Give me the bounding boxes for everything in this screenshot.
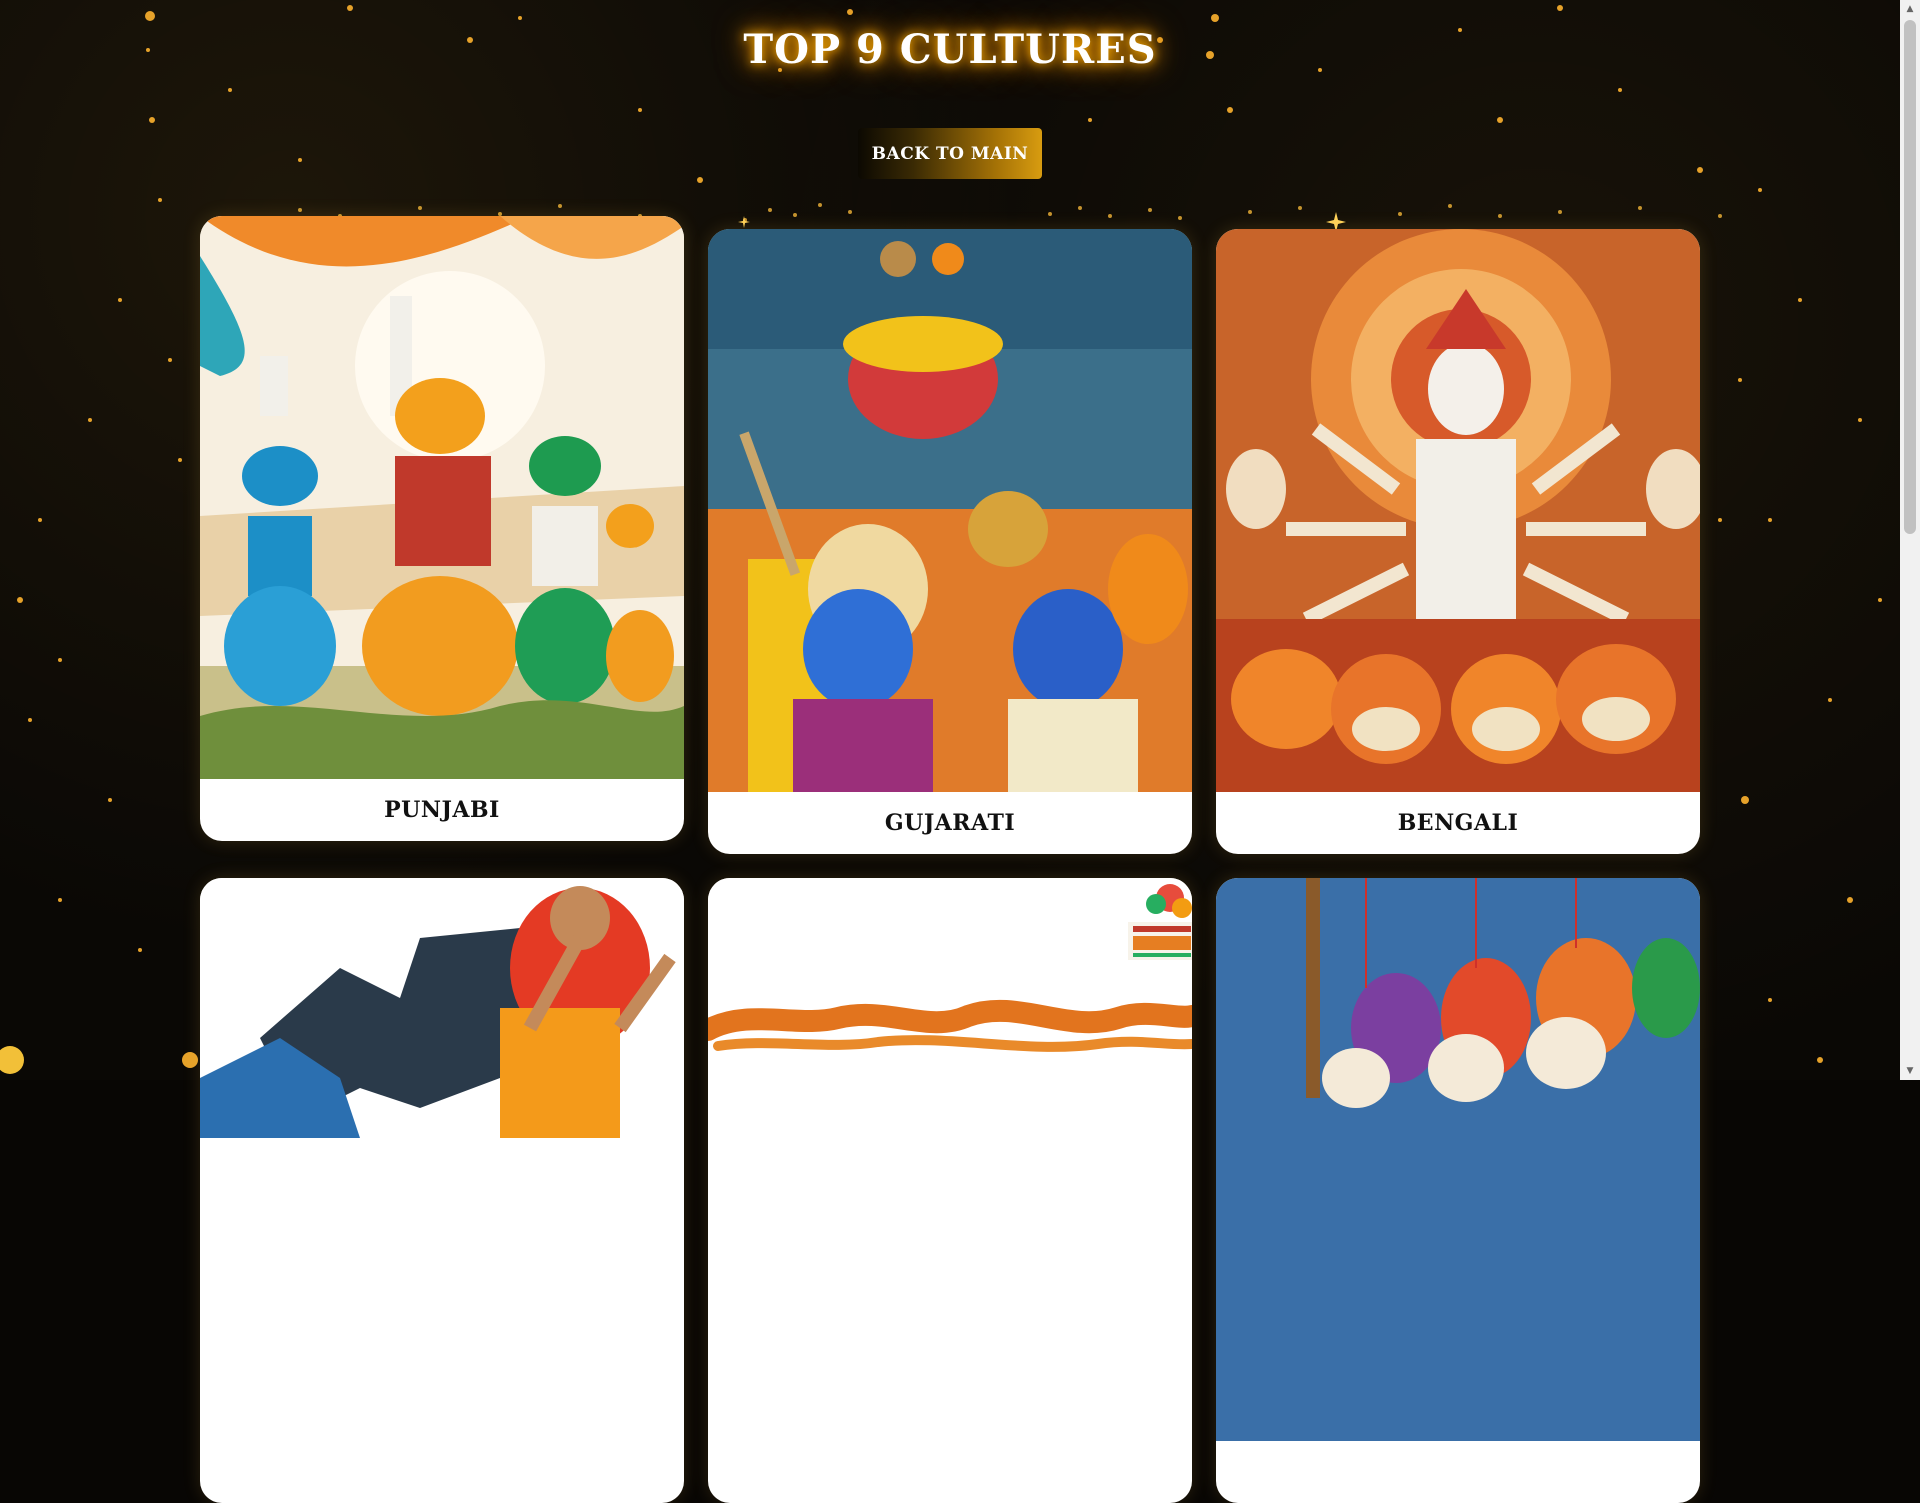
bengali-image [1216, 229, 1700, 792]
culture-card-5[interactable] [708, 878, 1192, 1503]
back-to-main-button[interactable]: BACK TO MAIN [858, 128, 1042, 179]
culture-card-4[interactable] [200, 878, 684, 1503]
culture-of-maharashtra-image [708, 878, 1192, 1441]
punjabi-image [200, 216, 684, 779]
culture-card-6[interactable] [1216, 878, 1700, 1503]
scrollbar-thumb[interactable] [1904, 20, 1916, 534]
culture-card-punjabi[interactable]: PUNJABI [200, 216, 684, 841]
scroll-down-arrow-icon[interactable]: ▼ [1900, 1062, 1920, 1080]
scroll-up-arrow-icon[interactable]: ▲ [1900, 0, 1920, 18]
card-label-punjabi: PUNJABI [384, 797, 500, 823]
culture-6-image [1216, 878, 1700, 1441]
card-label-gujarati: GUJARATI [884, 810, 1016, 836]
card-label-bengali: BENGALI [1397, 810, 1519, 836]
culture-4-image [200, 878, 684, 1441]
page-title: TOP 9 CULTURES [743, 26, 1157, 73]
gujarati-image [708, 229, 1192, 792]
culture-card-bengali[interactable]: BENGALI [1216, 229, 1700, 854]
vertical-scrollbar[interactable]: ▲ ▼ [1900, 0, 1920, 1080]
culture-card-gujarati[interactable]: GUJARATI [708, 229, 1192, 854]
